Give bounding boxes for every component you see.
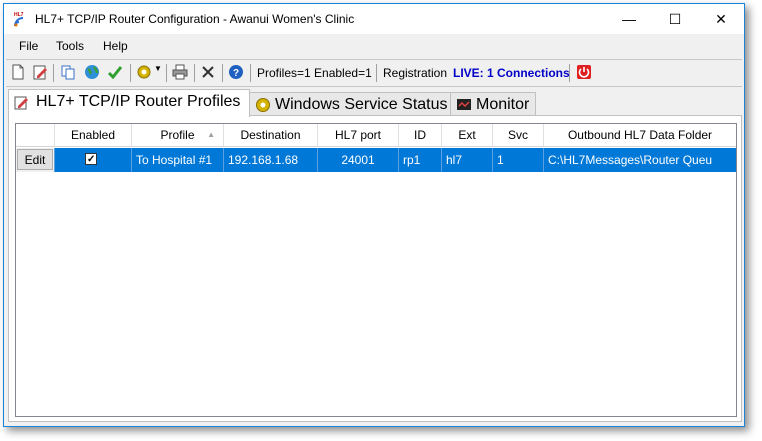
edit-cell: Edit — [16, 148, 55, 172]
tab-label: Windows Service Status — [275, 96, 448, 113]
profiles-grid[interactable]: Enabled Profile ▲ Destination HL7 port I… — [15, 123, 737, 417]
copy-icon[interactable] — [60, 64, 76, 80]
chevron-down-icon[interactable]: ▼ — [154, 64, 162, 73]
tab-strip: HL7+ TCP/IP Router Profiles Windows Serv… — [8, 89, 742, 117]
menu-bar: File Tools Help — [4, 36, 744, 56]
delete-icon[interactable] — [200, 64, 216, 80]
column-header-label: Profile — [160, 128, 195, 142]
edit-profile-button[interactable]: Edit — [17, 149, 53, 170]
toolbar-separator — [222, 64, 223, 82]
help-icon[interactable]: ? — [228, 64, 244, 80]
profiles-tab-panel: Enabled Profile ▲ Destination HL7 port I… — [8, 115, 742, 422]
tab-monitor[interactable]: Monitor — [450, 92, 536, 116]
hl7-app-icon: HL7 — [13, 11, 29, 27]
toolbar-separator — [166, 64, 167, 82]
destination-cell: 192.168.1.68 — [224, 148, 318, 172]
svg-text:?: ? — [233, 68, 239, 79]
enabled-checkbox[interactable]: ✓ — [85, 153, 97, 165]
edit-profile-icon — [14, 96, 28, 110]
registration-button[interactable]: Registration — [383, 66, 447, 80]
toolbar-separator — [130, 64, 131, 82]
gear-dropdown-icon[interactable] — [136, 64, 152, 80]
monitor-icon — [457, 99, 471, 110]
ext-cell: hl7 — [442, 148, 493, 172]
gear-icon — [256, 98, 270, 112]
column-header-hl7-port[interactable]: HL7 port — [318, 124, 399, 147]
column-header-svc[interactable]: Svc — [493, 124, 544, 147]
window-title: HL7+ TCP/IP Router Configuration - Awanu… — [35, 12, 355, 26]
toolbar: ▼ ? Profiles=1 Enabled=1 Registration LI… — [6, 59, 742, 87]
tab-router-profiles[interactable]: HL7+ TCP/IP Router Profiles — [8, 89, 250, 117]
table-row[interactable]: Edit ✓ To Hospital #1 192.168.1.68 24001… — [16, 148, 736, 172]
column-header-ext[interactable]: Ext — [442, 124, 493, 147]
profile-cell: To Hospital #1 — [132, 148, 224, 172]
new-document-icon[interactable] — [10, 64, 26, 80]
menu-file[interactable]: File — [19, 39, 38, 53]
column-header-enabled[interactable]: Enabled — [55, 124, 132, 147]
minimize-button[interactable]: — — [606, 4, 652, 34]
profile-status-text: Profiles=1 Enabled=1 — [257, 66, 372, 80]
tab-label: HL7+ TCP/IP Router Profiles — [36, 93, 241, 110]
toolbar-separator — [53, 64, 54, 82]
toolbar-separator — [250, 64, 251, 82]
edit-document-icon[interactable] — [32, 64, 48, 80]
sort-ascending-icon: ▲ — [207, 130, 215, 139]
outbound-folder-cell: C:\HL7Messages\Router Queu — [548, 153, 713, 167]
column-header-outbound-folder[interactable]: Outbound HL7 Data Folder — [544, 124, 736, 147]
globe-icon[interactable] — [84, 64, 100, 80]
live-connections-status: LIVE: 1 Connections — [453, 66, 570, 80]
tab-label: Monitor — [476, 96, 530, 113]
enabled-cell: ✓ — [55, 148, 132, 172]
print-icon[interactable] — [172, 64, 188, 80]
toolbar-separator — [194, 64, 195, 82]
id-cell: rp1 — [399, 148, 442, 172]
close-button[interactable]: ✕ — [698, 4, 744, 34]
column-header-id[interactable]: ID — [399, 124, 442, 147]
tab-windows-service-status[interactable]: Windows Service Status — [249, 92, 451, 116]
power-icon[interactable] — [576, 64, 592, 80]
maximize-button[interactable]: ☐ — [652, 4, 698, 34]
toolbar-separator — [569, 64, 570, 82]
column-header-edit[interactable] — [16, 124, 55, 147]
checkmark-icon[interactable] — [107, 64, 123, 80]
checkmark-icon: ✓ — [87, 154, 96, 165]
toolbar-separator — [376, 64, 377, 82]
svc-cell: 1 — [493, 148, 544, 172]
menu-tools[interactable]: Tools — [56, 39, 84, 53]
menu-help[interactable]: Help — [103, 39, 128, 53]
app-window: HL7 HL7+ TCP/IP Router Configuration - A… — [3, 3, 745, 427]
column-header-destination[interactable]: Destination — [224, 124, 318, 147]
column-header-profile[interactable]: Profile ▲ — [132, 124, 224, 147]
title-bar: HL7 HL7+ TCP/IP Router Configuration - A… — [4, 4, 744, 34]
port-cell: 24001 — [318, 148, 399, 172]
